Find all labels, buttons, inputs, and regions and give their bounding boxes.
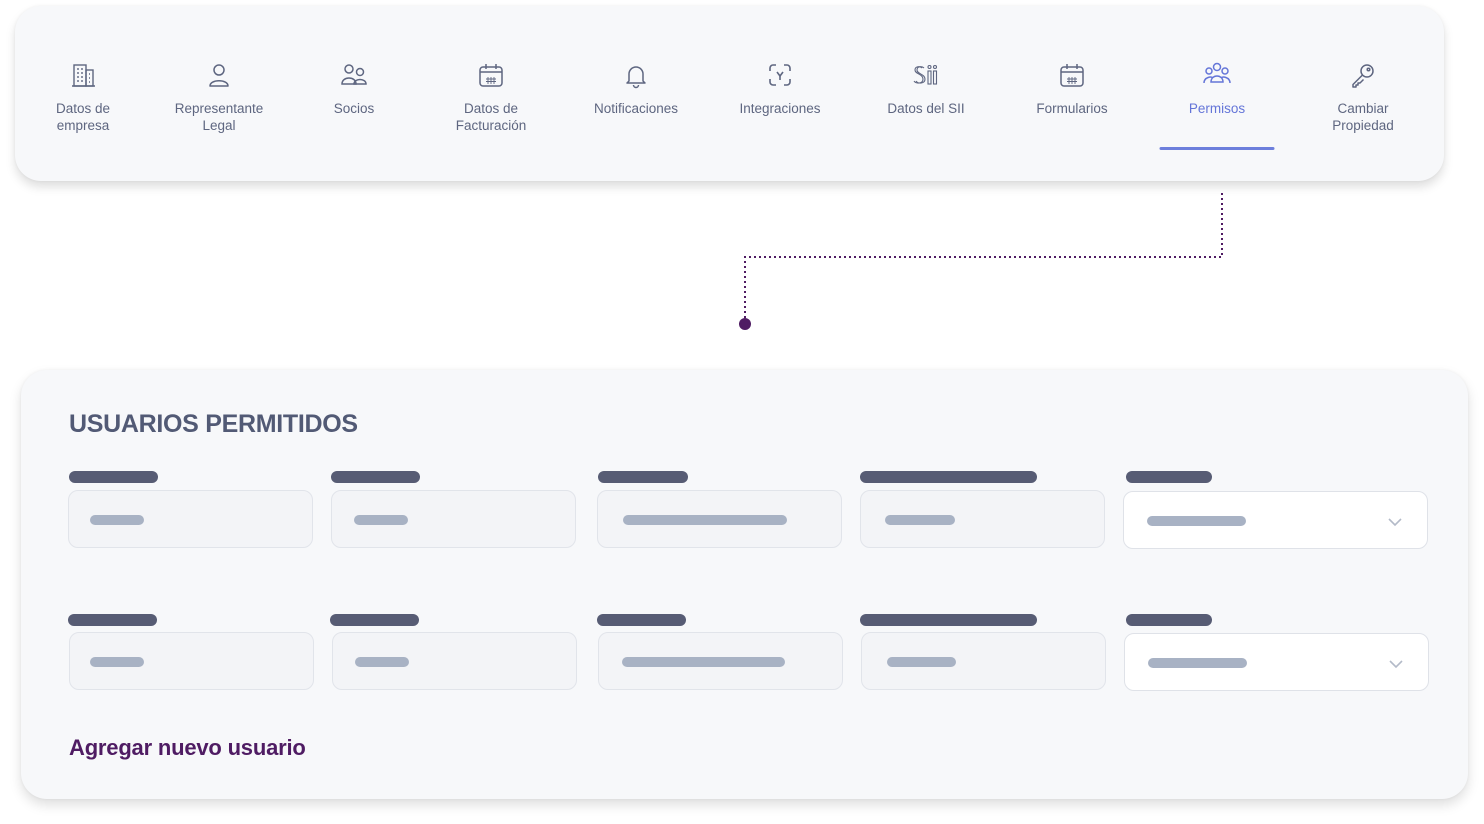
user-rut-field[interactable] bbox=[861, 632, 1106, 690]
field-label-placeholder bbox=[68, 614, 157, 626]
tab-label: Datos de Facturación bbox=[455, 101, 527, 133]
user-lastname-field[interactable] bbox=[331, 490, 576, 548]
field-label-placeholder bbox=[860, 471, 1037, 483]
field-value-placeholder bbox=[90, 515, 144, 525]
bell-icon bbox=[621, 60, 651, 90]
field-value-placeholder bbox=[887, 657, 956, 667]
settings-nav: Datos de empresa Representante Legal Soc… bbox=[15, 6, 1444, 181]
calendar-icon bbox=[476, 60, 506, 90]
field-value-placeholder bbox=[355, 657, 409, 667]
tab-label: Cambiar Propiedad bbox=[1332, 101, 1394, 133]
active-tab-indicator bbox=[1159, 147, 1275, 150]
field-value-placeholder bbox=[1147, 516, 1246, 526]
user-name-field[interactable] bbox=[68, 490, 313, 548]
section-title: USUARIOS PERMITIDOS bbox=[69, 410, 358, 438]
allowed-users-panel: USUARIOS PERMITIDOS Agregar nuevo usuari… bbox=[21, 370, 1468, 799]
team-icon bbox=[1202, 60, 1232, 90]
sii-logo-icon bbox=[911, 60, 941, 90]
user-role-select[interactable] bbox=[1123, 491, 1428, 549]
field-label-placeholder bbox=[598, 471, 688, 483]
integrations-icon bbox=[765, 60, 795, 90]
user-icon bbox=[204, 60, 234, 90]
field-label-placeholder bbox=[597, 614, 686, 626]
tab-label: Datos de empresa bbox=[55, 101, 111, 133]
calendar-icon bbox=[1057, 60, 1087, 90]
field-value-placeholder bbox=[354, 515, 408, 525]
tab-label: Representante Legal bbox=[174, 101, 264, 133]
field-label-placeholder bbox=[330, 614, 419, 626]
field-value-placeholder bbox=[90, 657, 144, 667]
tab-label: Datos del SII bbox=[887, 101, 965, 116]
user-email-field[interactable] bbox=[598, 632, 843, 690]
field-label-placeholder bbox=[1126, 471, 1212, 483]
chevron-down-icon bbox=[1388, 518, 1402, 527]
field-value-placeholder bbox=[885, 515, 955, 525]
tab-label: Integraciones bbox=[739, 101, 821, 116]
field-label-placeholder bbox=[69, 471, 158, 483]
building-icon bbox=[68, 60, 98, 90]
field-value-placeholder bbox=[1148, 658, 1247, 668]
field-value-placeholder bbox=[623, 515, 787, 525]
field-label-placeholder bbox=[1126, 614, 1212, 626]
tab-label: Socios bbox=[333, 101, 375, 116]
field-label-placeholder bbox=[331, 471, 420, 483]
key-icon bbox=[1348, 60, 1378, 90]
user-rut-field[interactable] bbox=[860, 490, 1105, 548]
chevron-down-icon bbox=[1389, 660, 1403, 669]
users-icon bbox=[339, 60, 369, 90]
tab-label: Notificaciones bbox=[593, 101, 679, 116]
connector-dot bbox=[739, 318, 751, 330]
tab-label: Formularios bbox=[1036, 101, 1108, 116]
tab-label: Permisos bbox=[1188, 101, 1246, 116]
user-email-field[interactable] bbox=[597, 490, 842, 548]
user-lastname-field[interactable] bbox=[332, 632, 577, 690]
add-user-link[interactable]: Agregar nuevo usuario bbox=[69, 735, 306, 761]
field-label-placeholder bbox=[860, 614, 1037, 626]
user-role-select[interactable] bbox=[1124, 633, 1429, 691]
user-name-field[interactable] bbox=[69, 632, 314, 690]
field-value-placeholder bbox=[622, 657, 785, 667]
